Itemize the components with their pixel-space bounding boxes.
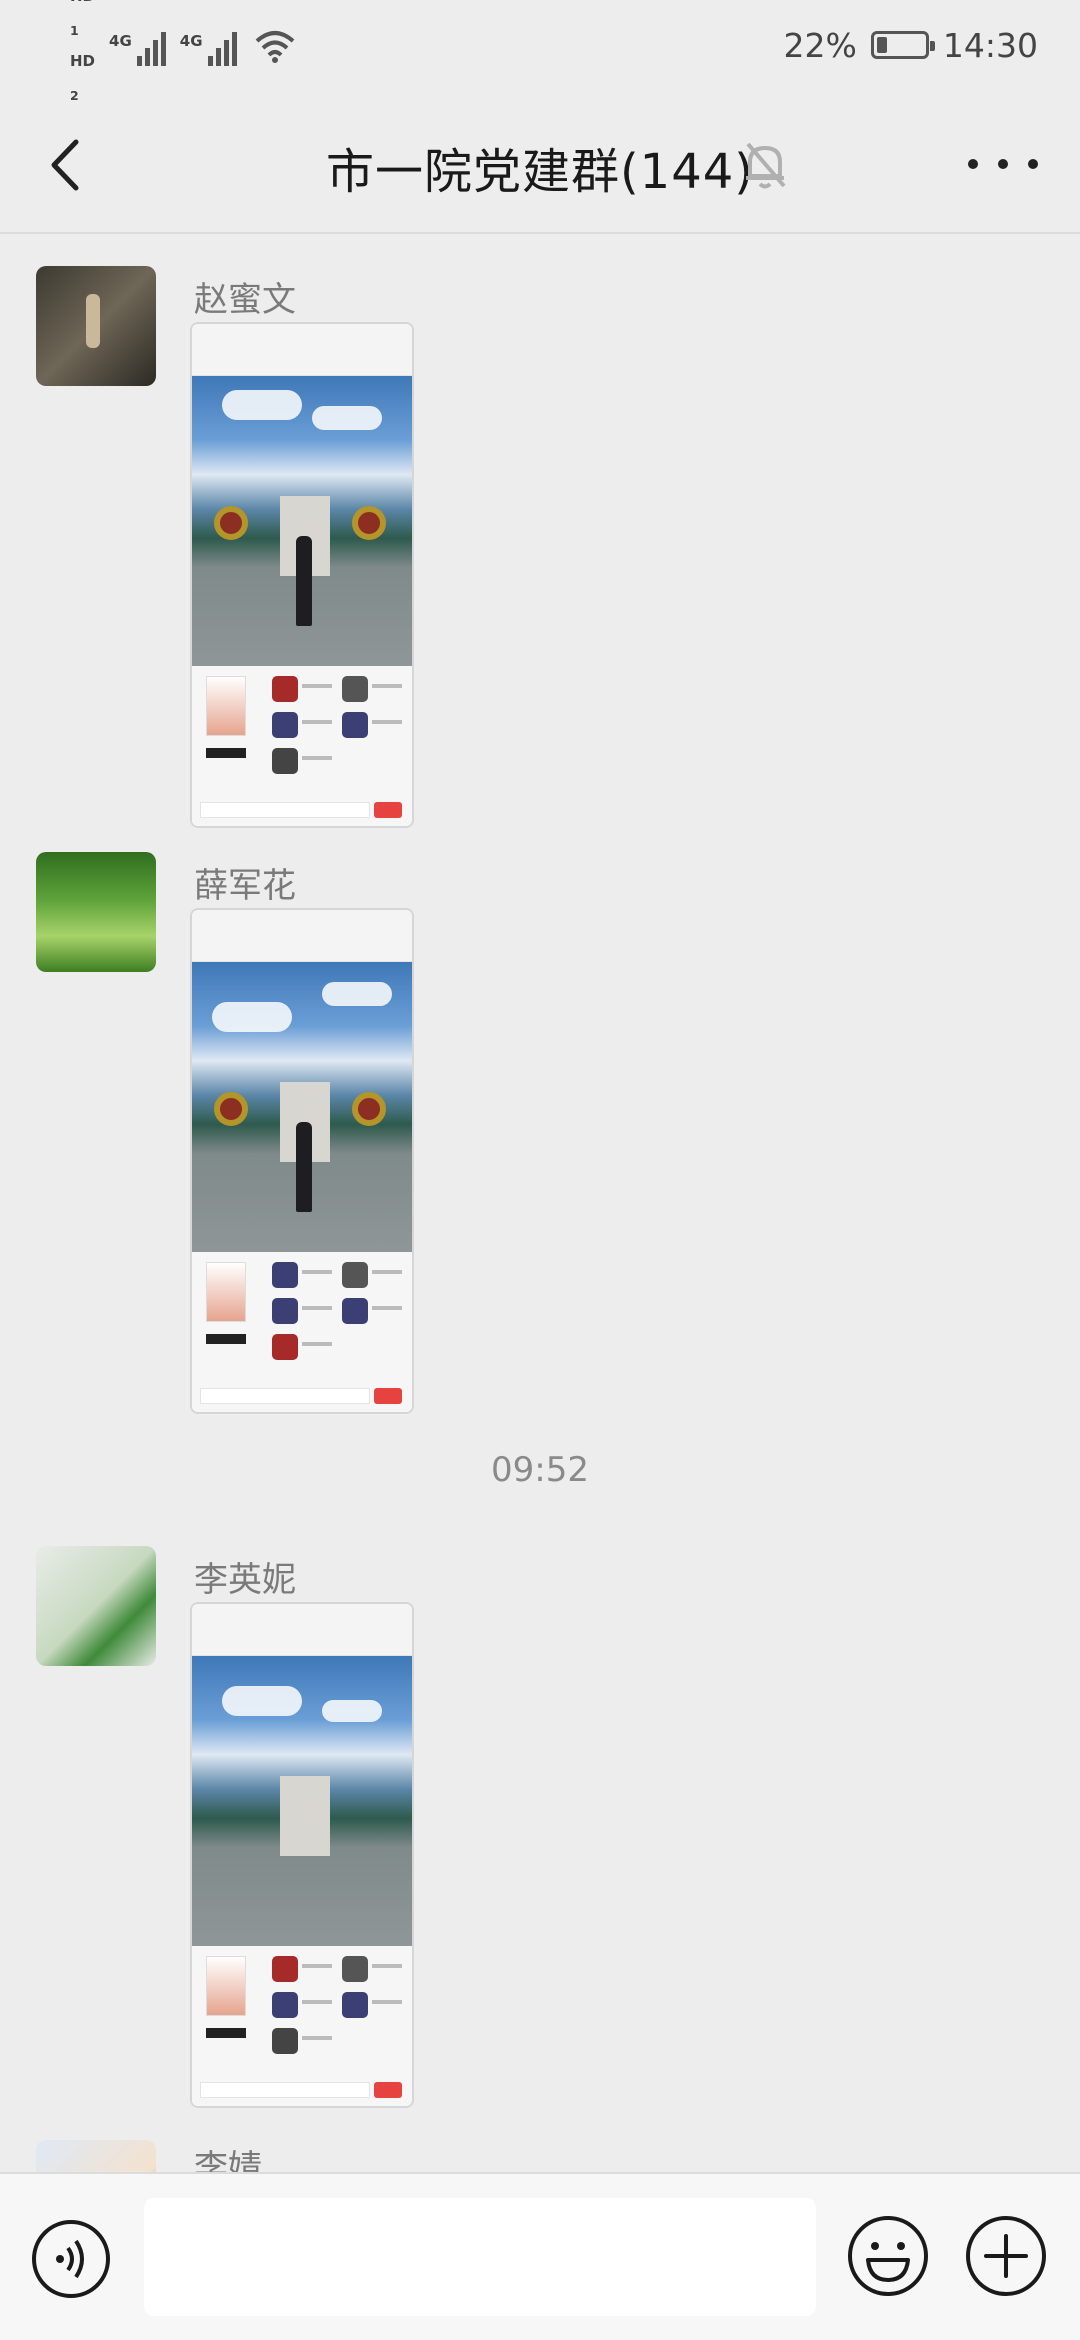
message-composer <box>0 2172 1080 2340</box>
emoji-icon[interactable] <box>846 2214 930 2298</box>
image-message[interactable] <box>190 1602 414 2108</box>
sender-name: 薛军花 <box>194 866 296 906</box>
time-separator: 09:52 <box>491 1450 589 1490</box>
sender-name: 赵蜜文 <box>194 280 296 320</box>
battery-percent: 22% <box>783 25 857 65</box>
chat-header: 市一院党建群(144) <box>0 92 1080 234</box>
image-message[interactable] <box>190 908 414 1414</box>
signal-icon: 4G <box>180 26 237 66</box>
avatar[interactable] <box>36 852 156 972</box>
clock: 14:30 <box>942 25 1038 65</box>
avatar[interactable] <box>36 266 156 386</box>
voice-icon[interactable] <box>30 2218 112 2300</box>
chat-title: 市一院党建群(144) <box>325 144 755 200</box>
plus-icon[interactable] <box>964 2214 1048 2298</box>
status-bar: HD1 HD2 4G 4G 22% 14:30 <box>0 0 1080 103</box>
avatar[interactable] <box>36 1546 156 1666</box>
message-input[interactable] <box>144 2198 816 2316</box>
battery-icon <box>870 31 935 59</box>
signal-icon: 4G <box>109 26 166 66</box>
more-dots-icon[interactable] <box>968 144 1038 184</box>
image-message[interactable] <box>190 322 414 828</box>
bell-muted-icon <box>746 142 786 189</box>
sender-name: 李英妮 <box>194 1560 296 1600</box>
wifi-icon <box>255 31 294 63</box>
